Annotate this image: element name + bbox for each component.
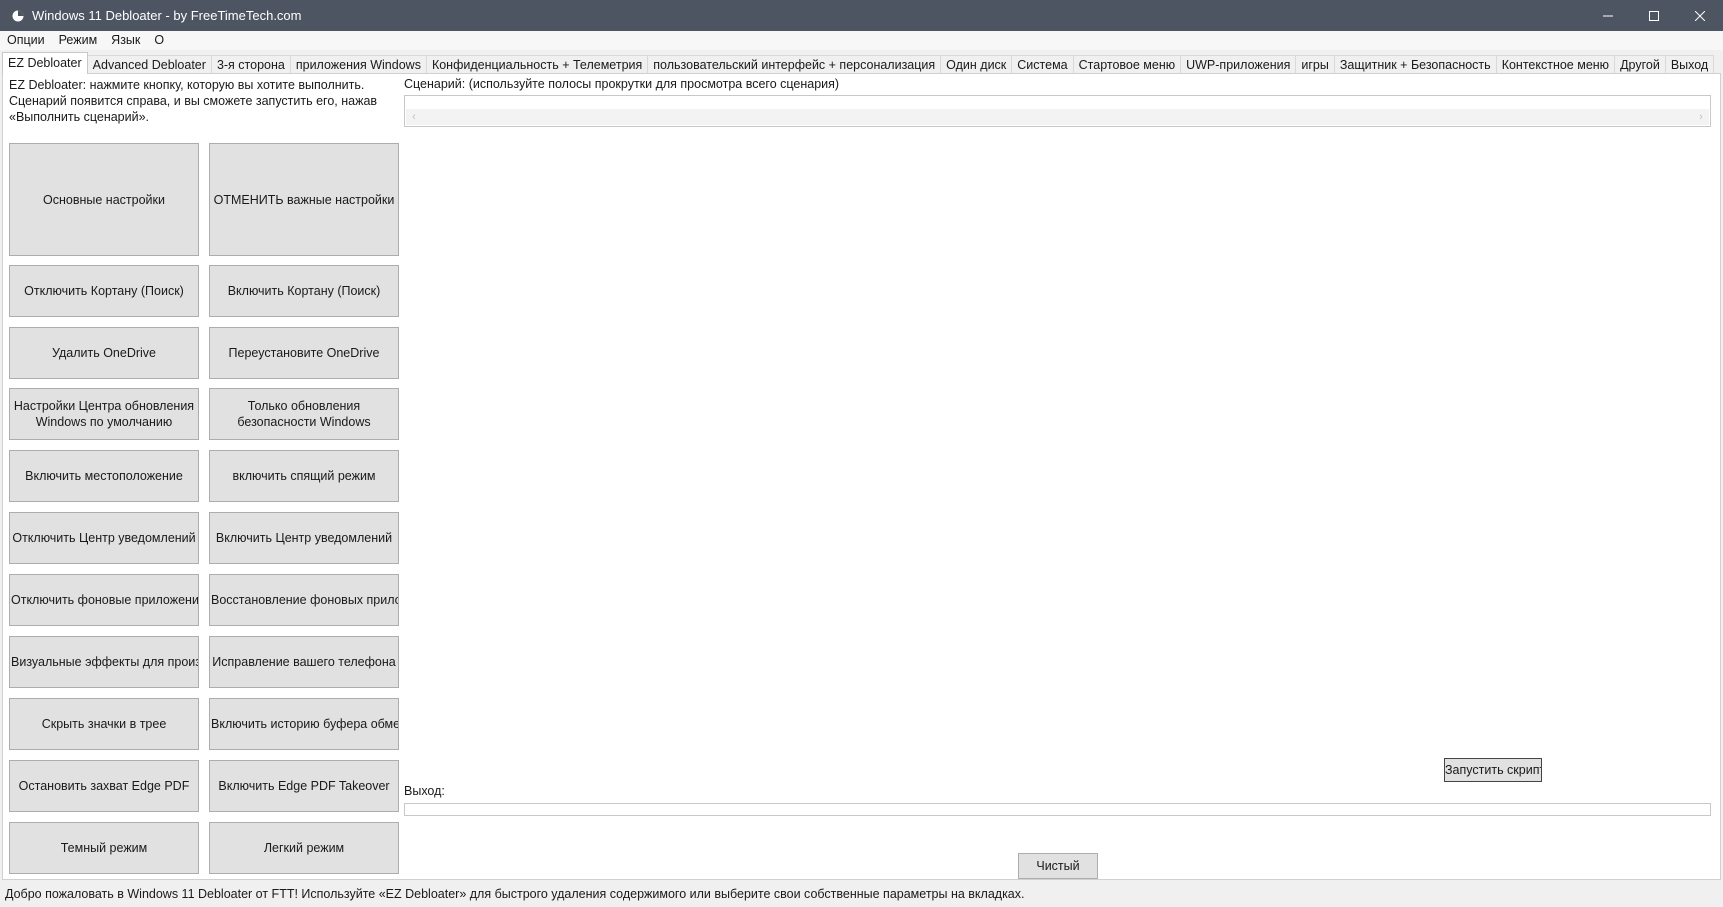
run-script-button[interactable]: Запустить скрипт xyxy=(1444,758,1542,782)
tab-ez-debloater[interactable]: EZ Debloater xyxy=(2,52,88,74)
tab-third-party[interactable]: 3-я сторона xyxy=(210,55,291,74)
tab-strip: EZ Debloater Advanced Debloater 3-я стор… xyxy=(2,52,1715,74)
scroll-left-icon[interactable]: ‹ xyxy=(406,109,422,125)
menu-options[interactable]: Опции xyxy=(0,31,52,50)
reinstall-onedrive-button[interactable]: Переустановите OneDrive xyxy=(209,327,399,379)
app-window: Windows 11 Debloater - by FreeTimeTech.c… xyxy=(0,0,1723,907)
dark-mode-button[interactable]: Темный режим xyxy=(9,822,199,874)
menu-language[interactable]: Язык xyxy=(104,31,147,50)
clear-button[interactable]: Чистый xyxy=(1018,853,1098,879)
tab-ui-personalization[interactable]: пользовательский интерфейс + персонализа… xyxy=(647,55,942,74)
disable-action-center-button[interactable]: Отключить Центр уведомлений xyxy=(9,512,199,564)
menu-bar: Опции Режим Язык О xyxy=(0,31,1723,50)
disable-cortana-button[interactable]: Отключить Кортану (Поиск) xyxy=(9,265,199,317)
fix-your-phone-button[interactable]: Исправление вашего телефона xyxy=(209,636,399,688)
app-icon xyxy=(12,10,24,21)
tab-exit[interactable]: Выход xyxy=(1664,55,1715,74)
window-controls xyxy=(1585,0,1723,31)
maximize-button[interactable] xyxy=(1631,0,1677,31)
enable-cortana-button[interactable]: Включить Кортану (Поиск) xyxy=(209,265,399,317)
light-mode-button[interactable]: Легкий режим xyxy=(209,822,399,874)
stop-edge-pdf-takeover-button[interactable]: Остановить захват Edge PDF xyxy=(9,760,199,812)
tab-start-menu[interactable]: Стартовое меню xyxy=(1072,55,1182,74)
visual-effects-performance-button[interactable]: Визуальные эффекты для произвс xyxy=(9,636,199,688)
minimize-icon xyxy=(1603,15,1613,16)
minimize-button[interactable] xyxy=(1585,0,1631,31)
enable-edge-pdf-takeover-button[interactable]: Включить Edge PDF Takeover xyxy=(209,760,399,812)
disable-background-apps-button[interactable]: Отключить фоновые приложения xyxy=(9,574,199,626)
tab-other[interactable]: Другой xyxy=(1614,55,1666,74)
essential-tweaks-button[interactable]: Основные настройки xyxy=(9,143,199,256)
tab-windows-apps[interactable]: приложения Windows xyxy=(289,55,427,74)
maximize-icon xyxy=(1649,10,1659,21)
tab-advanced-debloater[interactable]: Advanced Debloater xyxy=(86,55,212,74)
remove-onedrive-button[interactable]: Удалить OneDrive xyxy=(9,327,199,379)
status-bar: Добро пожаловать в Windows 11 Debloater … xyxy=(0,880,1723,907)
window-title: Windows 11 Debloater - by FreeTimeTech.c… xyxy=(32,8,302,23)
ez-intro-text: EZ Debloater: нажмите кнопку, которую вы… xyxy=(9,78,378,124)
tab-onedrive[interactable]: Один диск xyxy=(940,55,1013,74)
tab-games[interactable]: игры xyxy=(1295,55,1335,74)
undo-essential-tweaks-button[interactable]: ОТМЕНИТЬ важные настройки xyxy=(209,143,399,256)
script-textbox[interactable]: ‹ › xyxy=(404,95,1711,127)
tab-privacy-telemetry[interactable]: Конфиденциальность + Телеметрия xyxy=(425,55,649,74)
restore-background-apps-button[interactable]: Восстановление фоновых прилож xyxy=(209,574,399,626)
scroll-right-icon[interactable]: › xyxy=(1693,109,1709,125)
status-text: Добро пожаловать в Windows 11 Debloater … xyxy=(5,886,1025,901)
horizontal-scrollbar[interactable]: ‹ › xyxy=(406,109,1709,125)
title-bar[interactable]: Windows 11 Debloater - by FreeTimeTech.c… xyxy=(0,0,1723,31)
default-update-settings-button[interactable]: Настройки Центра обновления Windows по у… xyxy=(9,388,199,440)
tab-uwp-apps[interactable]: UWP-приложения xyxy=(1180,55,1297,74)
enable-location-button[interactable]: Включить местоположение xyxy=(9,450,199,502)
tab-defender-security[interactable]: Защитник + Безопасность xyxy=(1333,55,1497,74)
enable-clipboard-history-button[interactable]: Включить историю буфера обмен xyxy=(209,698,399,750)
menu-about[interactable]: О xyxy=(147,31,171,50)
close-button[interactable] xyxy=(1677,0,1723,31)
security-updates-only-button[interactable]: Только обновления безопасности Windows xyxy=(209,388,399,440)
output-textbox[interactable] xyxy=(404,803,1711,816)
enable-hibernation-button[interactable]: включить спящий режим xyxy=(209,450,399,502)
enable-action-center-button[interactable]: Включить Центр уведомлений xyxy=(209,512,399,564)
output-label: Выход: xyxy=(404,784,445,798)
hide-tray-icons-button[interactable]: Скрыть значки в трее xyxy=(9,698,199,750)
close-icon xyxy=(1695,10,1705,21)
tab-context-menu[interactable]: Контекстное меню xyxy=(1495,55,1616,74)
tab-system[interactable]: Система xyxy=(1011,55,1074,74)
menu-mode[interactable]: Режим xyxy=(52,31,105,50)
script-label: Сценарий: (используйте полосы прокрутки … xyxy=(404,77,840,91)
